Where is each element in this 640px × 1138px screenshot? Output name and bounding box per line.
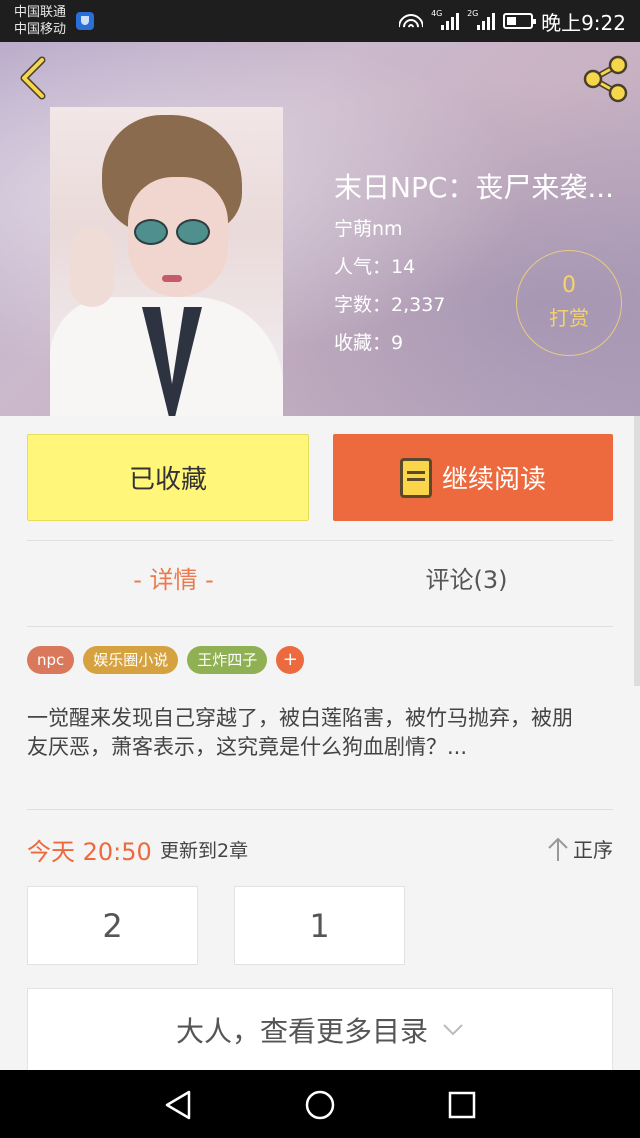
chevron-down-icon	[443, 1024, 463, 1036]
divider	[27, 809, 613, 810]
triangle-back-icon	[165, 1090, 191, 1120]
collected-label: 已收藏	[128, 465, 207, 495]
nav-home-button[interactable]	[300, 1088, 340, 1122]
tag-wangzha-sizi[interactable]: 王炸四子	[187, 646, 268, 674]
chevron-left-icon	[20, 56, 46, 100]
collected-button[interactable]: 已收藏	[27, 434, 309, 521]
scrollbar[interactable]	[634, 416, 640, 686]
nav-back-button[interactable]	[158, 1088, 198, 1122]
book-cover-image[interactable]	[50, 107, 283, 416]
status-bar: 中国联通 中国移动 4G 2G 晚上9:22	[0, 0, 640, 42]
book-title: 末日NPC：丧尸来袭...	[334, 171, 615, 204]
update-time: 今天 20:50	[27, 838, 152, 866]
book-popularity: 人气：14	[334, 256, 416, 278]
sort-order-button[interactable]: 正序	[547, 834, 613, 863]
chapter-item[interactable]: 2	[27, 886, 198, 965]
book-summary[interactable]: 一觉醒来发现自己穿越了，被白莲陷害，被竹马抛弃，被朋友厌恶，萧客表示，这究竟是什…	[27, 704, 587, 762]
sort-order-label: 正序	[573, 838, 613, 862]
status-right: 4G 2G 晚上9:22	[399, 9, 626, 35]
wifi-icon	[399, 12, 424, 30]
book-icon	[399, 457, 432, 498]
more-catalog-button[interactable]: 大人，查看更多目录	[27, 988, 613, 1072]
tip-button[interactable]: 0 打赏	[516, 250, 622, 356]
tab-comments[interactable]: 评论(3)	[320, 560, 613, 595]
tag-entertainment-novel[interactable]: 娱乐圈小说	[83, 646, 179, 674]
book-word-count: 字数：2,337	[334, 294, 446, 316]
share-button[interactable]	[580, 54, 630, 104]
security-shield-icon	[76, 12, 94, 30]
more-catalog-label: 大人，查看更多目录	[175, 1015, 428, 1048]
divider	[27, 626, 613, 627]
battery-icon	[503, 13, 537, 29]
square-recents-icon	[448, 1091, 476, 1119]
tab-detail[interactable]: - 详情 -	[27, 560, 320, 595]
clock: 晚上9:22	[541, 10, 626, 35]
carrier-unicom: 中国联通	[14, 5, 67, 20]
book-favorites: 收藏：9	[334, 332, 404, 354]
back-button[interactable]	[14, 56, 54, 100]
book-author[interactable]: 宁萌nm	[334, 214, 403, 241]
tag-list: npc 娱乐圈小说 王炸四子 +	[27, 646, 305, 674]
continue-reading-button[interactable]: 继续阅读	[333, 434, 613, 521]
tip-count: 0	[562, 273, 576, 298]
circle-home-icon	[305, 1090, 335, 1120]
share-icon	[583, 55, 628, 103]
signal-4g-icon: 4G	[431, 9, 460, 30]
divider	[27, 540, 613, 541]
chapter-item[interactable]: 1	[234, 886, 405, 965]
add-tag-button[interactable]: +	[276, 646, 305, 674]
system-nav-bar	[0, 1070, 640, 1138]
nav-recents-button[interactable]	[442, 1088, 482, 1122]
signal-2g-icon: 2G	[467, 9, 496, 30]
arrow-up-icon	[548, 837, 568, 861]
tag-npc[interactable]: npc	[27, 646, 75, 674]
continue-reading-label: 继续阅读	[441, 465, 546, 495]
tip-label: 打赏	[549, 306, 589, 330]
update-text: 更新到2章	[160, 840, 249, 862]
book-header: 末日NPC：丧尸来袭... 宁萌nm 人气：14 字数：2,337 收藏：9 0…	[0, 42, 640, 416]
carrier-info: 中国联通 中国移动	[14, 4, 66, 38]
carrier-mobile: 中国移动	[14, 22, 67, 37]
